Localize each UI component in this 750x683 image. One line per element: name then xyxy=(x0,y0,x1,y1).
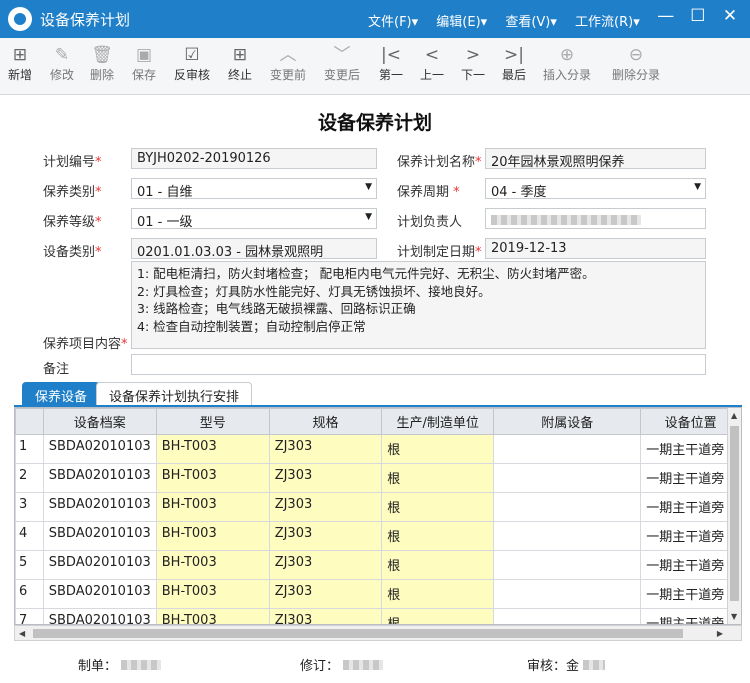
chevron-down-icon: ﹀ xyxy=(333,45,351,65)
table-row[interactable]: 7 SBDA02010103 BH-T003 ZJ303 根一期主干道旁 xyxy=(15,608,741,624)
horizontal-scrollbar[interactable]: ◀ ▶ xyxy=(14,625,742,641)
after-change-button[interactable]: ﹀ 变更后 xyxy=(324,44,360,83)
prev-button[interactable]: < 上一 xyxy=(420,44,444,83)
delete-button[interactable]: 🗑 删除 xyxy=(90,44,114,83)
level-label: 保养等级* xyxy=(43,215,102,230)
save-icon: ▣ xyxy=(135,45,153,65)
horizontal-scroll-thumb[interactable] xyxy=(33,629,683,638)
close-button[interactable]: ✕ xyxy=(716,6,744,26)
last-icon: >| xyxy=(504,45,524,65)
col-header-attached[interactable]: 附属设备 xyxy=(493,408,642,435)
type-select[interactable]: 01 - 自维 xyxy=(131,178,377,199)
grid-header: 设备档案 型号 规格 生产/制造单位 附属设备 设备位置 xyxy=(15,408,741,435)
menu-bar: 文件(F)▾ 编辑(E)▾ 查看(V)▾ 工作流(R)▾ xyxy=(368,11,654,30)
terminate-button[interactable]: ⊞ 终止 xyxy=(228,44,252,83)
plan-name-field[interactable]: 20年园林景观照明保养 xyxy=(485,148,706,169)
plan-no-field[interactable]: BYJH0202-20190126 xyxy=(131,148,377,169)
redacted-auditor xyxy=(583,660,606,670)
equip-type-field[interactable]: 0201.01.03.03 - 园林景观照明 xyxy=(131,238,377,259)
menu-view[interactable]: 查看(V)▾ xyxy=(505,15,557,30)
col-header-archive[interactable]: 设备档案 xyxy=(42,408,157,435)
unaudit-icon: ☑ xyxy=(184,45,200,65)
table-row[interactable]: 5 SBDA02010103 BH-T003 ZJ303 根一期主干道旁 xyxy=(15,550,741,580)
redacted-name xyxy=(491,215,641,225)
tab-strip: 保养设备 设备保养计划执行安排 xyxy=(14,382,742,406)
table-row[interactable]: 1 SBDA02010103 BH-T003 ZJ303 根一期主干道旁 xyxy=(15,434,741,464)
save-button[interactable]: ▣ 保存 xyxy=(132,44,156,83)
col-header-index xyxy=(15,408,44,435)
audit-info: 审核：金 xyxy=(527,655,606,674)
remark-label: 备注 xyxy=(43,362,70,377)
new-button[interactable]: ⊞ 新增 xyxy=(8,44,32,83)
tab-equipment[interactable]: 保养设备 xyxy=(22,382,101,406)
unaudit-button[interactable]: ☑ 反审核 xyxy=(174,44,210,83)
cycle-select[interactable]: 04 - 季度 xyxy=(485,178,706,199)
equipment-grid: 设备档案 型号 规格 生产/制造单位 附属设备 设备位置 1 SBDA020101… xyxy=(14,407,742,625)
first-icon: |< xyxy=(381,45,401,65)
next-button[interactable]: > 下一 xyxy=(461,44,485,83)
scroll-left-icon[interactable]: ◀ xyxy=(19,629,25,638)
content-label: 保养项目内容* xyxy=(43,337,128,352)
vertical-scrollbar[interactable]: ▲ ▼ xyxy=(727,408,741,624)
col-header-maker[interactable]: 生产/制造单位 xyxy=(381,408,495,435)
level-select[interactable]: 01 - 一级 xyxy=(131,208,377,229)
app-logo-icon xyxy=(8,7,32,31)
form-title: 设备保养计划 xyxy=(317,112,432,134)
insert-row-button[interactable]: ⊕ 插入分录 xyxy=(543,44,591,83)
plan-no-label: 计划编号* xyxy=(43,155,102,170)
tab-schedule[interactable]: 设备保养计划执行安排 xyxy=(96,382,253,406)
owner-label: 计划负责人 xyxy=(397,215,463,230)
plan-name-label: 保养计划名称* xyxy=(397,155,482,170)
table-row[interactable]: 2 SBDA02010103 BH-T003 ZJ303 根一期主干道旁 xyxy=(15,463,741,493)
chevron-up-icon: ︿ xyxy=(279,45,297,65)
window-title: 设备保养计划 xyxy=(40,11,131,29)
remark-field[interactable] xyxy=(131,354,706,375)
menu-file[interactable]: 文件(F)▾ xyxy=(368,15,418,30)
last-button[interactable]: >| 最后 xyxy=(502,44,526,83)
new-icon: ⊞ xyxy=(12,45,28,65)
delete-row-button[interactable]: ⊖ 删除分录 xyxy=(612,44,660,83)
scroll-right-icon[interactable]: ▶ xyxy=(717,629,723,638)
date-field[interactable]: 2019-12-13 xyxy=(485,238,706,259)
minimize-button[interactable]: — xyxy=(652,6,680,26)
edit-icon: ✎ xyxy=(54,45,70,65)
scroll-down-icon[interactable]: ▼ xyxy=(731,612,737,621)
toolbar: ⊞ 新增 ✎ 修改 🗑 删除 ▣ 保存 ☑ 反审核 ⊞ 终止 ︿ 变更前 ﹀ 变更后 |< 第一 … xyxy=(0,38,750,95)
first-button[interactable]: |< 第一 xyxy=(379,44,403,83)
table-row[interactable]: 4 SBDA02010103 BH-T003 ZJ303 根一期主干道旁 xyxy=(15,521,741,551)
equip-type-label: 设备类别* xyxy=(43,245,102,260)
redacted-maker xyxy=(121,660,162,670)
col-header-spec[interactable]: 规格 xyxy=(268,408,383,435)
cycle-label: 保养周期 * xyxy=(397,185,460,200)
insert-row-icon: ⊕ xyxy=(559,45,575,65)
type-label: 保养类别* xyxy=(43,185,102,200)
vertical-scroll-thumb[interactable] xyxy=(730,426,739,601)
terminate-icon: ⊞ xyxy=(232,45,248,65)
redacted-reviser xyxy=(343,660,384,670)
col-header-location[interactable]: 设备位置 xyxy=(640,408,741,435)
menu-edit[interactable]: 编辑(E)▾ xyxy=(436,15,487,30)
prev-icon: < xyxy=(424,45,440,65)
owner-field[interactable] xyxy=(485,208,706,229)
revise-info: 修订： xyxy=(300,655,384,674)
maximize-button[interactable]: ☐ xyxy=(684,6,712,26)
scroll-up-icon[interactable]: ▲ xyxy=(731,411,737,420)
delete-row-icon: ⊖ xyxy=(628,45,644,65)
title-bar: 设备保养计划 文件(F)▾ 编辑(E)▾ 查看(V)▾ 工作流(R)▾ — ☐ … xyxy=(0,0,750,38)
menu-workflow[interactable]: 工作流(R)▾ xyxy=(575,15,640,30)
table-row[interactable]: 3 SBDA02010103 BH-T003 ZJ303 根一期主干道旁 xyxy=(15,492,741,522)
date-label: 计划制定日期* xyxy=(397,245,482,260)
delete-icon: 🗑 xyxy=(91,45,113,65)
table-row[interactable]: 6 SBDA02010103 BH-T003 ZJ303 根一期主干道旁 xyxy=(15,579,741,609)
edit-button[interactable]: ✎ 修改 xyxy=(50,44,74,83)
col-header-model[interactable]: 型号 xyxy=(155,408,270,435)
content-textarea[interactable]: 1: 配电柜清扫，防火封堵检查； 配电柜内电气元件完好、无积尘、防火封堵严密。 … xyxy=(131,261,706,349)
before-change-button[interactable]: ︿ 变更前 xyxy=(270,44,306,83)
maker-info: 制单： xyxy=(78,655,162,674)
next-icon: > xyxy=(465,45,481,65)
